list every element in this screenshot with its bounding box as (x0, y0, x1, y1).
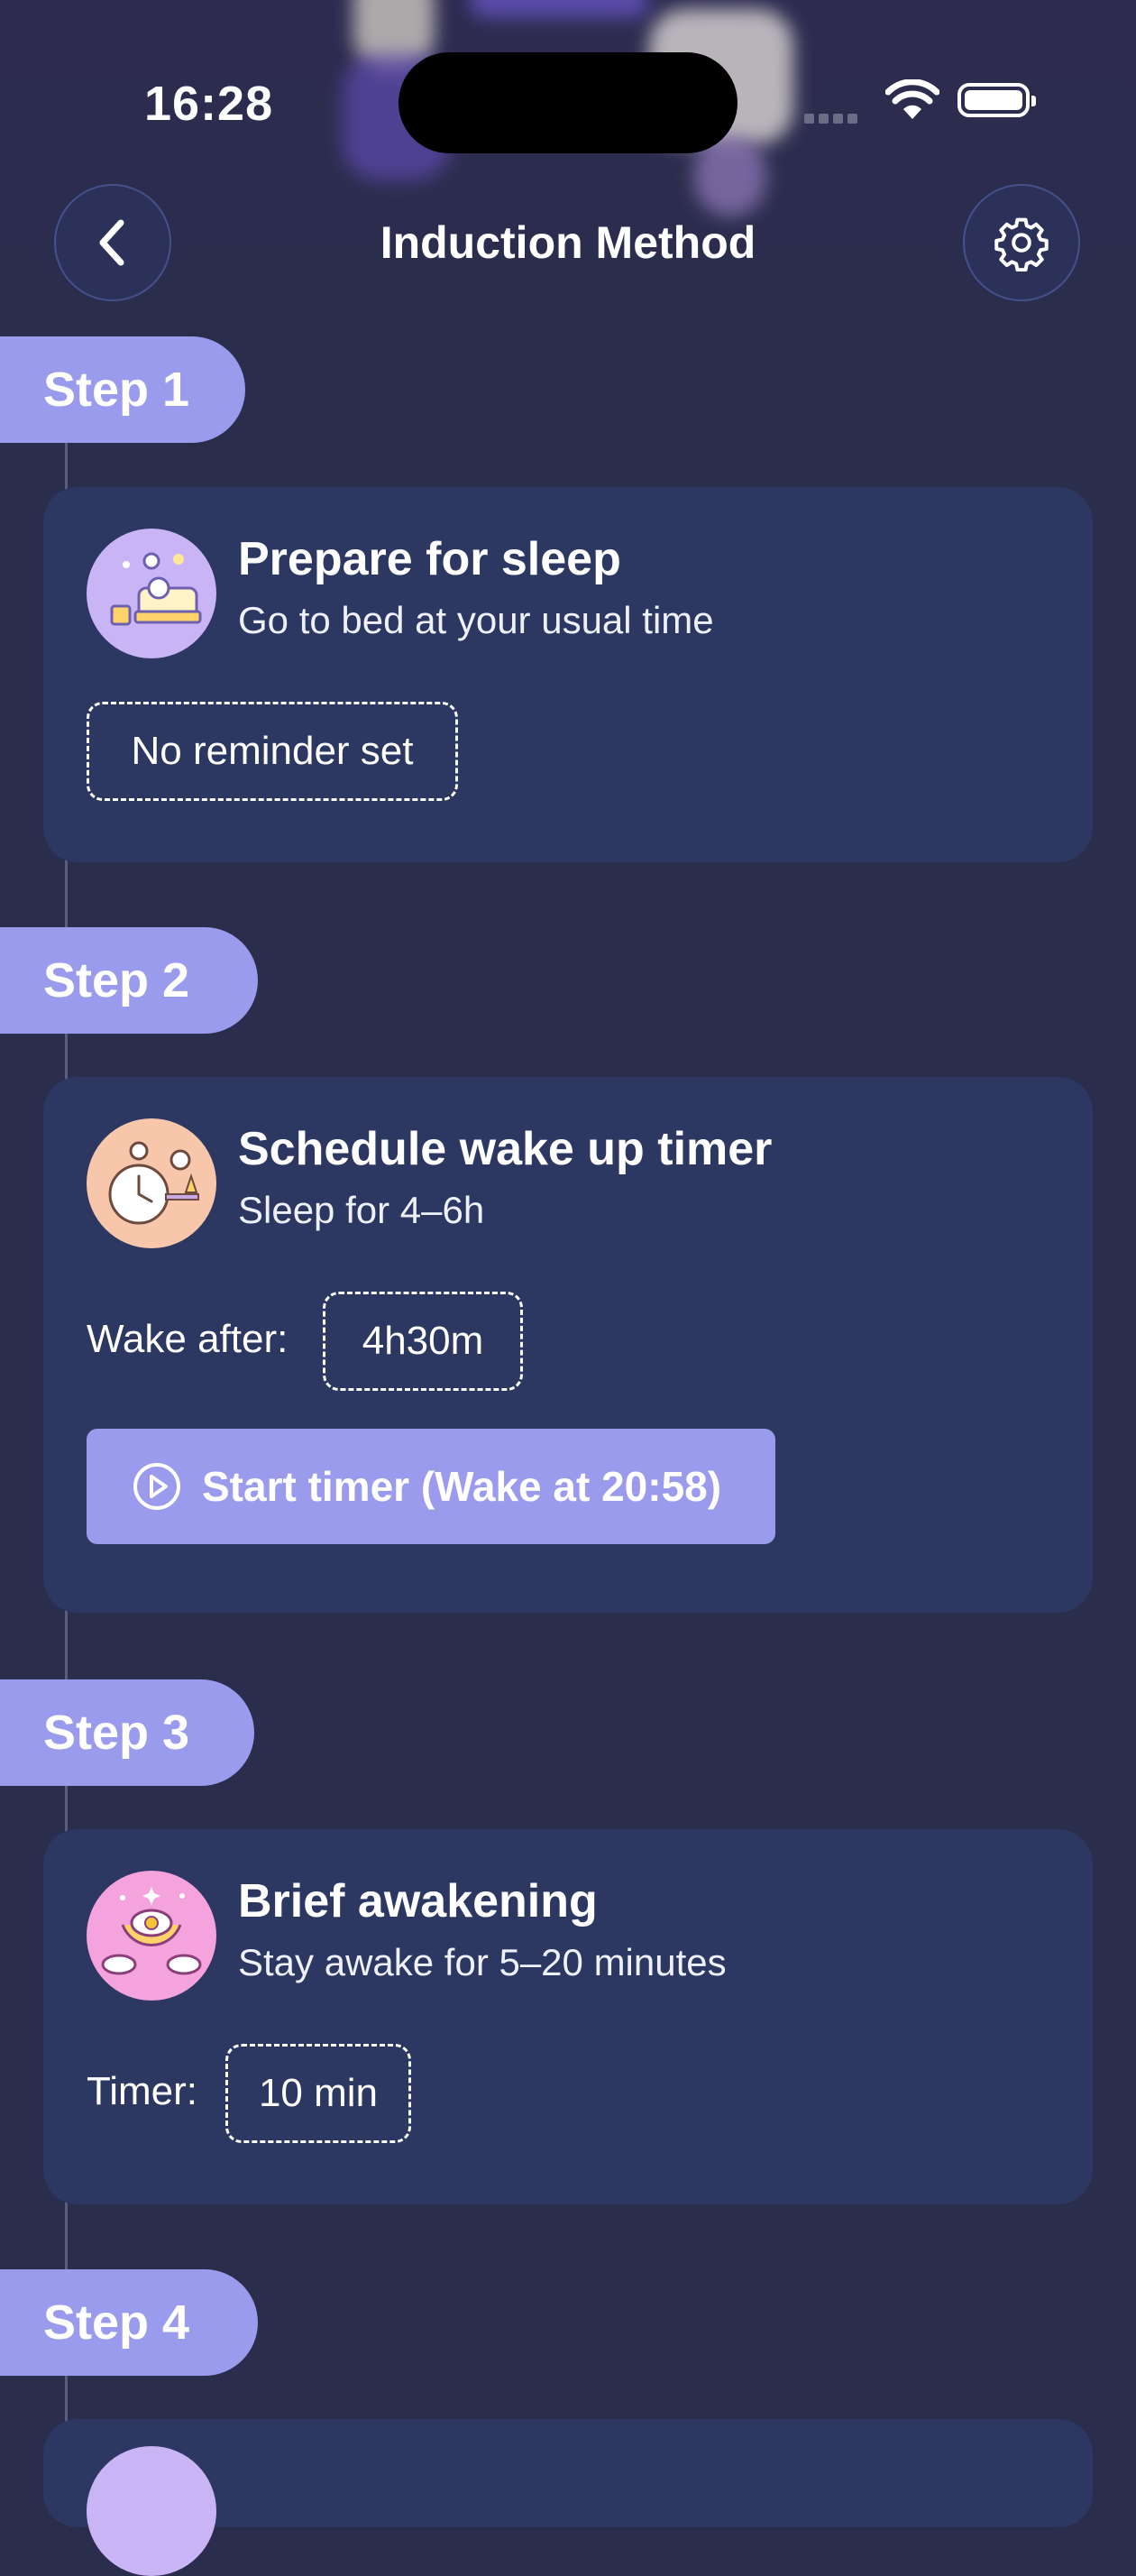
signal-dots-icon (804, 112, 862, 128)
dynamic-island (399, 52, 737, 153)
step-3-subtitle: Stay awake for 5–20 minutes (238, 1941, 727, 1983)
step-1-title: Prepare for sleep (238, 533, 621, 585)
step-3-title: Brief awakening (238, 1875, 598, 1927)
reminder-chip[interactable]: No reminder set (87, 702, 458, 801)
wake-after-label: Wake after: (87, 1317, 289, 1361)
step-4-label: Step 4 (0, 2269, 258, 2376)
start-timer-label: Start timer (Wake at 20:58) (202, 1463, 722, 1510)
status-time: 16:28 (144, 77, 274, 131)
step-1-card[interactable]: Prepare for sleep Go to bed at your usua… (43, 487, 1093, 862)
bedroom-illustration-icon (87, 529, 216, 658)
step-2-card[interactable]: Schedule wake up timer Sleep for 4–6h Wa… (43, 1077, 1093, 1613)
start-timer-button[interactable]: Start timer (Wake at 20:58) (87, 1429, 775, 1544)
step-3-card[interactable]: Brief awakening Stay awake for 5–20 minu… (43, 1829, 1093, 2204)
alarm-clock-illustration-icon (87, 1118, 216, 1248)
step-3-label: Step 3 (0, 1679, 254, 1786)
step-2-subtitle: Sleep for 4–6h (238, 1189, 485, 1231)
moon-eye-illustration-icon (87, 1871, 216, 2001)
step-2-title: Schedule wake up timer (238, 1123, 773, 1175)
timer-label: Timer: (87, 2069, 198, 2113)
wake-after-duration[interactable]: 4h30m (323, 1292, 523, 1391)
status-icons (802, 78, 1046, 128)
step-1-subtitle: Go to bed at your usual time (238, 599, 714, 641)
battery-icon (957, 83, 1036, 117)
play-circle-icon (133, 1463, 180, 1510)
header-background-illustration (0, 0, 1136, 343)
gear-icon (994, 217, 1049, 271)
step-4-card[interactable] (43, 2419, 1093, 2576)
settings-button[interactable] (963, 184, 1080, 301)
step-1-label: Step 1 (0, 336, 245, 443)
wifi-icon (885, 79, 939, 119)
step-4-illustration-icon (87, 2446, 216, 2576)
step-2-label: Step 2 (0, 927, 258, 1034)
timer-duration[interactable]: 10 min (225, 2044, 411, 2143)
